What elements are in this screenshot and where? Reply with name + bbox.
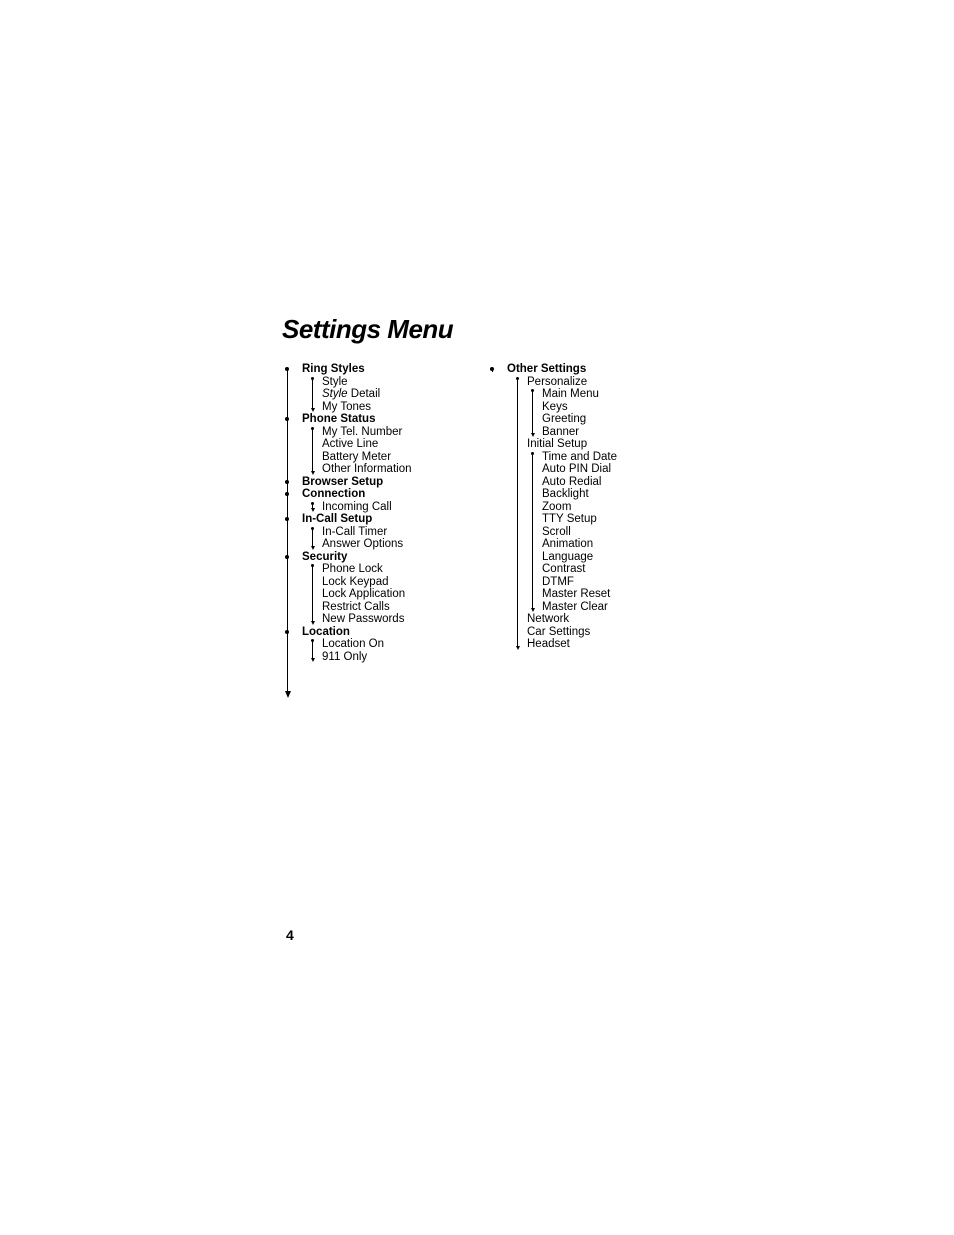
menu-item: Browser Setup [282,476,487,489]
menu-item: Initial Setup [487,438,707,451]
menu-item: Ring Styles [282,363,487,376]
menu-item: Connection [282,488,487,501]
menu-item: Master Reset [487,588,707,601]
menu-item: Phone Status [282,413,487,426]
menu-item: Auto Redial [487,476,707,489]
left-column: Ring StylesStyleStyle DetailMy TonesPhon… [282,363,487,663]
menu-item: Zoom [487,501,707,514]
menu-item: TTY Setup [487,513,707,526]
menu-item: Network [487,613,707,626]
menu-columns: Ring StylesStyleStyle DetailMy TonesPhon… [282,363,954,663]
menu-item: Master Clear [487,601,707,614]
menu-item: Contrast [487,563,707,576]
menu-item: Security [282,551,487,564]
menu-item: Headset [487,638,707,651]
menu-item: Time and Date [487,451,707,464]
menu-item: Language [487,551,707,564]
menu-item: Auto PIN Dial [487,463,707,476]
menu-item: Backlight [487,488,707,501]
page-number: 4 [286,927,294,943]
right-column: Other SettingsPersonalizeMain MenuKeysGr… [487,363,707,663]
menu-item: Car Settings [487,626,707,639]
menu-item: Location [282,626,487,639]
page-title: Settings Menu [282,314,954,345]
menu-item: DTMF [487,576,707,589]
menu-item: Scroll [487,526,707,539]
menu-item: Greeting [487,413,707,426]
menu-item: In-Call Setup [282,513,487,526]
menu-item: Other Settings [487,363,707,376]
menu-item: Keys [487,401,707,414]
menu-item: Personalize [487,376,707,389]
menu-item: Animation [487,538,707,551]
menu-item: Main Menu [487,388,707,401]
menu-item: Banner [487,426,707,439]
